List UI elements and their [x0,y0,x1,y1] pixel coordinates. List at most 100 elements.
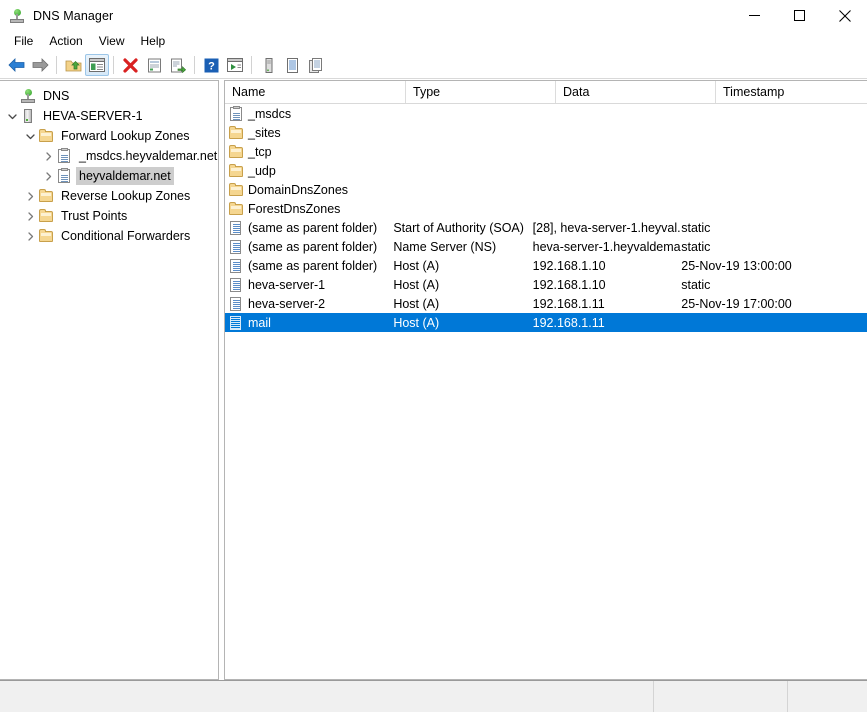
chevron-right-icon[interactable] [22,228,38,244]
cell-timestamp: static [681,277,711,292]
table-row[interactable]: _udp [225,161,867,180]
tree-node-label: Forward Lookup Zones [61,129,190,143]
table-row[interactable]: heva-server-2 Host (A) 192.168.1.11 25-N… [225,294,867,313]
status-bar-message [0,681,653,712]
tree-node-forward-lookup-zones[interactable]: Forward Lookup Zones [0,126,218,146]
up-folder-icon[interactable] [61,54,85,76]
row-name-text: _sites [248,125,281,140]
column-header-data[interactable]: Data [556,81,716,103]
tree-node-heva-server-1[interactable]: HEVA-SERVER-1 [0,106,218,126]
console-tree: DNS HEVA-SERVER-1 Forward Lookup Zones _… [0,81,218,246]
console-tree-pane: DNS HEVA-SERVER-1 Forward Lookup Zones _… [0,80,219,680]
table-row[interactable]: _tcp [225,142,867,161]
chevron-right-icon[interactable] [40,148,56,164]
minimize-button[interactable] [732,0,777,31]
table-row[interactable]: DomainDnsZones [225,180,867,199]
back-icon[interactable] [4,54,28,76]
menu-item-view[interactable]: View [91,32,133,51]
record-icon [228,277,244,293]
play-icon[interactable] [223,54,247,76]
row-name-text: DomainDnsZones [248,182,349,197]
folder-icon [228,201,244,217]
dns-server-icon [20,88,36,104]
cell-name: DomainDnsZones [225,182,393,198]
cell-name: _tcp [225,144,393,160]
cell-type: Start of Authority (SOA) [393,220,524,235]
folder-icon [228,125,244,141]
tree-node-label: DNS [43,89,70,103]
cell-data: 192.168.1.10 [532,258,606,273]
chevron-down-icon[interactable] [4,108,20,124]
new-zone-icon[interactable] [280,54,304,76]
toolbar-separator [56,56,57,74]
cell-data: 192.168.1.10 [532,277,606,292]
row-name-text: heva-server-2 [248,296,326,311]
toolbar-separator [251,56,252,74]
tree-node-conditional-forwarders[interactable]: Conditional Forwarders [0,226,218,246]
tree-node-label: Conditional Forwarders [61,229,191,243]
tree-node-label: heyvaldemar.net [76,167,174,185]
cell-data: [28], heva-server-1.heyval... [532,220,682,235]
cell-name: _udp [225,163,393,179]
new-server-icon[interactable] [256,54,280,76]
help-icon[interactable]: ? [199,54,223,76]
window-controls [732,0,867,31]
cell-name: mail [225,315,393,331]
records-list-pane: Name Type Data Timestamp _msdcs _sites _… [224,80,867,680]
table-row[interactable]: _msdcs [225,104,867,123]
table-row[interactable]: (same as parent folder) Name Server (NS)… [225,237,867,256]
row-name-text: mail [248,315,271,330]
record-icon [228,258,244,274]
dns-server-icon [9,8,25,24]
delete-icon[interactable] [118,54,142,76]
table-row[interactable]: (same as parent folder) Host (A) 192.168… [225,256,867,275]
maximize-button[interactable] [777,0,822,31]
chevron-right-icon[interactable] [40,168,56,184]
toolbar-separator [194,56,195,74]
cell-type: Host (A) [393,315,440,330]
toolbar-separator [113,56,114,74]
table-row[interactable]: (same as parent folder) Start of Authori… [225,218,867,237]
close-button[interactable] [822,0,867,31]
cell-type: Host (A) [393,258,440,273]
folder-icon [228,182,244,198]
tree-node-trust-points[interactable]: Trust Points [0,206,218,226]
cell-name: heva-server-1 [225,277,393,293]
main-content: DNS HEVA-SERVER-1 Forward Lookup Zones _… [0,80,867,680]
cell-data: 192.168.1.11 [532,315,605,330]
chevron-right-icon[interactable] [22,188,38,204]
menu-item-help[interactable]: Help [133,32,174,51]
properties-icon[interactable] [142,54,166,76]
tree-node-reverse-lookup-zones[interactable]: Reverse Lookup Zones [0,186,218,206]
tree-node-dns[interactable]: DNS [0,86,218,106]
menu-item-action[interactable]: Action [41,32,90,51]
folder-icon [38,208,54,224]
table-row[interactable]: heva-server-1 Host (A) 192.168.1.10 stat… [225,275,867,294]
tree-node-label: Reverse Lookup Zones [61,189,191,203]
folder-icon [228,144,244,160]
zone-icon [56,148,72,164]
row-name-text: (same as parent folder) [248,258,378,273]
new-record-icon[interactable] [304,54,328,76]
zone-icon [56,168,72,184]
export-list-icon[interactable] [166,54,190,76]
chevron-down-icon[interactable] [22,128,38,144]
column-header-type[interactable]: Type [406,81,556,103]
column-header-timestamp[interactable]: Timestamp [716,81,867,103]
table-row[interactable]: ForestDnsZones [225,199,867,218]
show-hide-console-tree-icon[interactable] [85,54,109,76]
table-row-selected[interactable]: mail Host (A) 192.168.1.11 [225,313,867,332]
chevron-right-icon[interactable] [22,208,38,224]
tree-node-msdcs-zone[interactable]: _msdcs.heyvaldemar.net [0,146,218,166]
row-name-text: (same as parent folder) [248,220,378,235]
folder-icon [228,163,244,179]
cell-type: Host (A) [393,277,440,292]
menu-bar: File Action View Help [0,31,867,52]
window-title: DNS Manager [33,8,114,23]
tree-node-heyvaldemar-net-zone[interactable]: heyvaldemar.net [0,166,218,186]
cell-type: Host (A) [393,296,440,311]
forward-icon[interactable] [28,54,52,76]
column-header-name[interactable]: Name [225,81,406,103]
menu-item-file[interactable]: File [6,32,41,51]
table-row[interactable]: _sites [225,123,867,142]
